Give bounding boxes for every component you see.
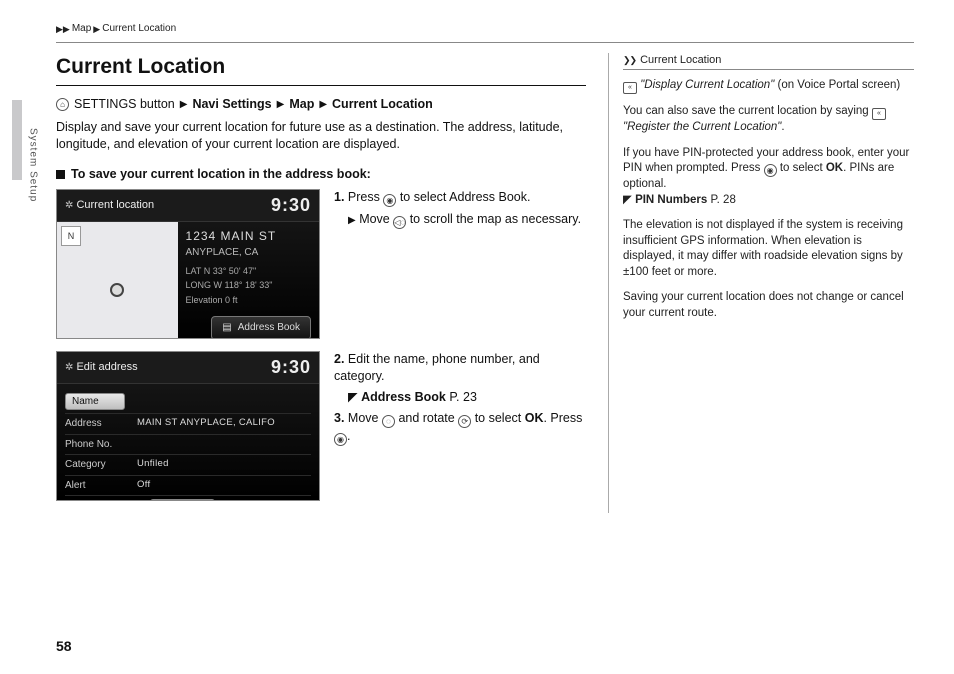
voice-cmd-1: "Display Current Location": [640, 79, 774, 91]
press-icon: ◉: [383, 194, 396, 207]
step1-sub-b: to scroll the map as necessary.: [406, 212, 581, 226]
subheading: To save your current location in the add…: [56, 166, 586, 183]
title-rule: [56, 85, 586, 86]
chevron-icon: ▶: [93, 23, 100, 35]
edit-row-phone[interactable]: Phone No.: [65, 435, 311, 456]
square-bullet-icon: [56, 170, 65, 179]
settings-icon: ⌂: [56, 98, 69, 111]
step2-text: Edit the name, phone number, and categor…: [334, 352, 540, 383]
move-icon: ◁◌: [393, 216, 406, 229]
step3-b: and rotate: [395, 411, 458, 425]
right-p4: The elevation is not displayed if the sy…: [623, 218, 914, 280]
address-line-2: ANYPLACE, CA: [186, 246, 311, 260]
voice-icon: «: [623, 82, 637, 94]
rotate-icon: ⟳: [458, 415, 471, 428]
voice-icon: «: [872, 108, 886, 120]
screen2-title: Edit address: [76, 361, 137, 373]
breadcrumb-a: Map: [72, 22, 91, 36]
xref-icon: ◤: [623, 194, 632, 206]
voice-cmd-1-note: (on Voice Portal screen): [774, 79, 900, 91]
right-p3-xref: PIN Numbers: [635, 194, 707, 206]
longitude: LONG W 118° 18' 33": [186, 279, 311, 291]
nav-path: ⌂ SETTINGS button ▶ Navi Settings ▶ Map …: [56, 96, 586, 113]
address-book-label: Address Book: [238, 321, 300, 335]
screen1-clock: 9:30: [271, 193, 311, 217]
step2-xref: Address Book: [361, 390, 446, 404]
step3-ok: OK: [525, 411, 544, 425]
edit-category-value: Unfiled: [137, 458, 169, 471]
right-p5: Saving your current location does not ch…: [623, 290, 914, 321]
right-p3-ok: OK: [826, 162, 843, 174]
screen2-clock: 9:30: [271, 355, 311, 379]
divider: [56, 42, 914, 43]
step3-e: .: [347, 429, 350, 443]
breadcrumb-b: Current Location: [102, 22, 176, 36]
intro-text: Display and save your current location f…: [56, 119, 586, 153]
map-preview: [57, 222, 178, 340]
edit-address-value: MAIN ST ANYPLACE, CALIFO: [137, 417, 275, 430]
screen1-title: Current location: [76, 199, 154, 211]
ok-button[interactable]: OK: [150, 499, 214, 501]
edit-row-alert[interactable]: Alert Off: [65, 476, 311, 497]
nav-path-current: Current Location: [332, 96, 433, 113]
edit-address-label: Address: [65, 417, 129, 431]
address-book-button[interactable]: ▤ Address Book: [211, 316, 311, 339]
press-icon: ◉: [334, 433, 347, 446]
edit-phone-label: Phone No.: [65, 438, 129, 452]
triangle-icon: ▶: [319, 98, 327, 112]
subheading-text: To save your current location in the add…: [71, 166, 371, 183]
right-p2a: You can also save the current location b…: [623, 105, 872, 117]
map-pin-icon: [110, 283, 124, 297]
page-number: 58: [56, 637, 72, 656]
nav-path-navi: Navi Settings: [192, 96, 271, 113]
right-p3-page: P. 28: [707, 194, 736, 206]
triangle-icon: ▶: [180, 98, 188, 112]
step3-d: . Press: [543, 411, 582, 425]
press-icon: ◉: [764, 164, 777, 177]
gear-icon: ✲: [65, 362, 73, 373]
chevron-icon: ▶▶: [56, 23, 70, 35]
delete-button[interactable]: Delete: [65, 499, 94, 501]
book-icon: ▤: [222, 321, 231, 335]
edit-alert-label: Alert: [65, 479, 129, 493]
right-p3b: to select: [777, 162, 826, 174]
side-tab: [12, 100, 22, 180]
move-down-icon: ◌: [382, 415, 395, 428]
page-title: Current Location: [56, 53, 586, 81]
edit-row-address[interactable]: Address MAIN ST ANYPLACE, CALIFO: [65, 414, 311, 435]
step3-a: Move: [348, 411, 382, 425]
gear-icon: ✲: [65, 200, 73, 211]
nav-path-settings: SETTINGS button: [74, 96, 175, 113]
right-p2c: .: [781, 121, 784, 133]
nav-path-map: Map: [289, 96, 314, 113]
sidebar-heading: ❯❯ Current Location: [623, 53, 914, 71]
step1-b: to select Address Book.: [396, 190, 530, 204]
step1-a: Press: [348, 190, 383, 204]
step3-c: to select: [471, 411, 525, 425]
edit-row-name[interactable]: Name: [65, 390, 311, 415]
triangle-icon: ▶: [277, 98, 285, 112]
xref-icon: ◤: [348, 390, 358, 404]
elevation: Elevation 0 ft: [186, 294, 311, 306]
step2-page: P. 23: [446, 390, 477, 404]
screenshot-edit-address: ✲ Edit address 9:30 Name Address MAIN ST…: [56, 351, 320, 501]
latitude: LAT N 33° 50' 47": [186, 265, 311, 277]
chevrons-icon: ❯❯: [623, 54, 636, 66]
edit-row-category[interactable]: Category Unfiled: [65, 455, 311, 476]
voice-cmd-2: "Register the Current Location": [623, 121, 781, 133]
triangle-icon: ▶: [348, 215, 356, 226]
address-line-1: 1234 MAIN ST: [186, 228, 311, 244]
step1-sub-a: Move: [359, 212, 393, 226]
side-section-label: System Setup: [26, 128, 40, 202]
screenshot-current-location: ✲ Current location 9:30 1234 MAIN ST ANY…: [56, 189, 320, 339]
breadcrumb: ▶▶ Map ▶ Current Location: [56, 22, 914, 36]
edit-category-label: Category: [65, 458, 129, 472]
edit-alert-value: Off: [137, 479, 150, 492]
sidebar-heading-text: Current Location: [640, 53, 721, 68]
edit-name-label: Name: [65, 393, 125, 411]
